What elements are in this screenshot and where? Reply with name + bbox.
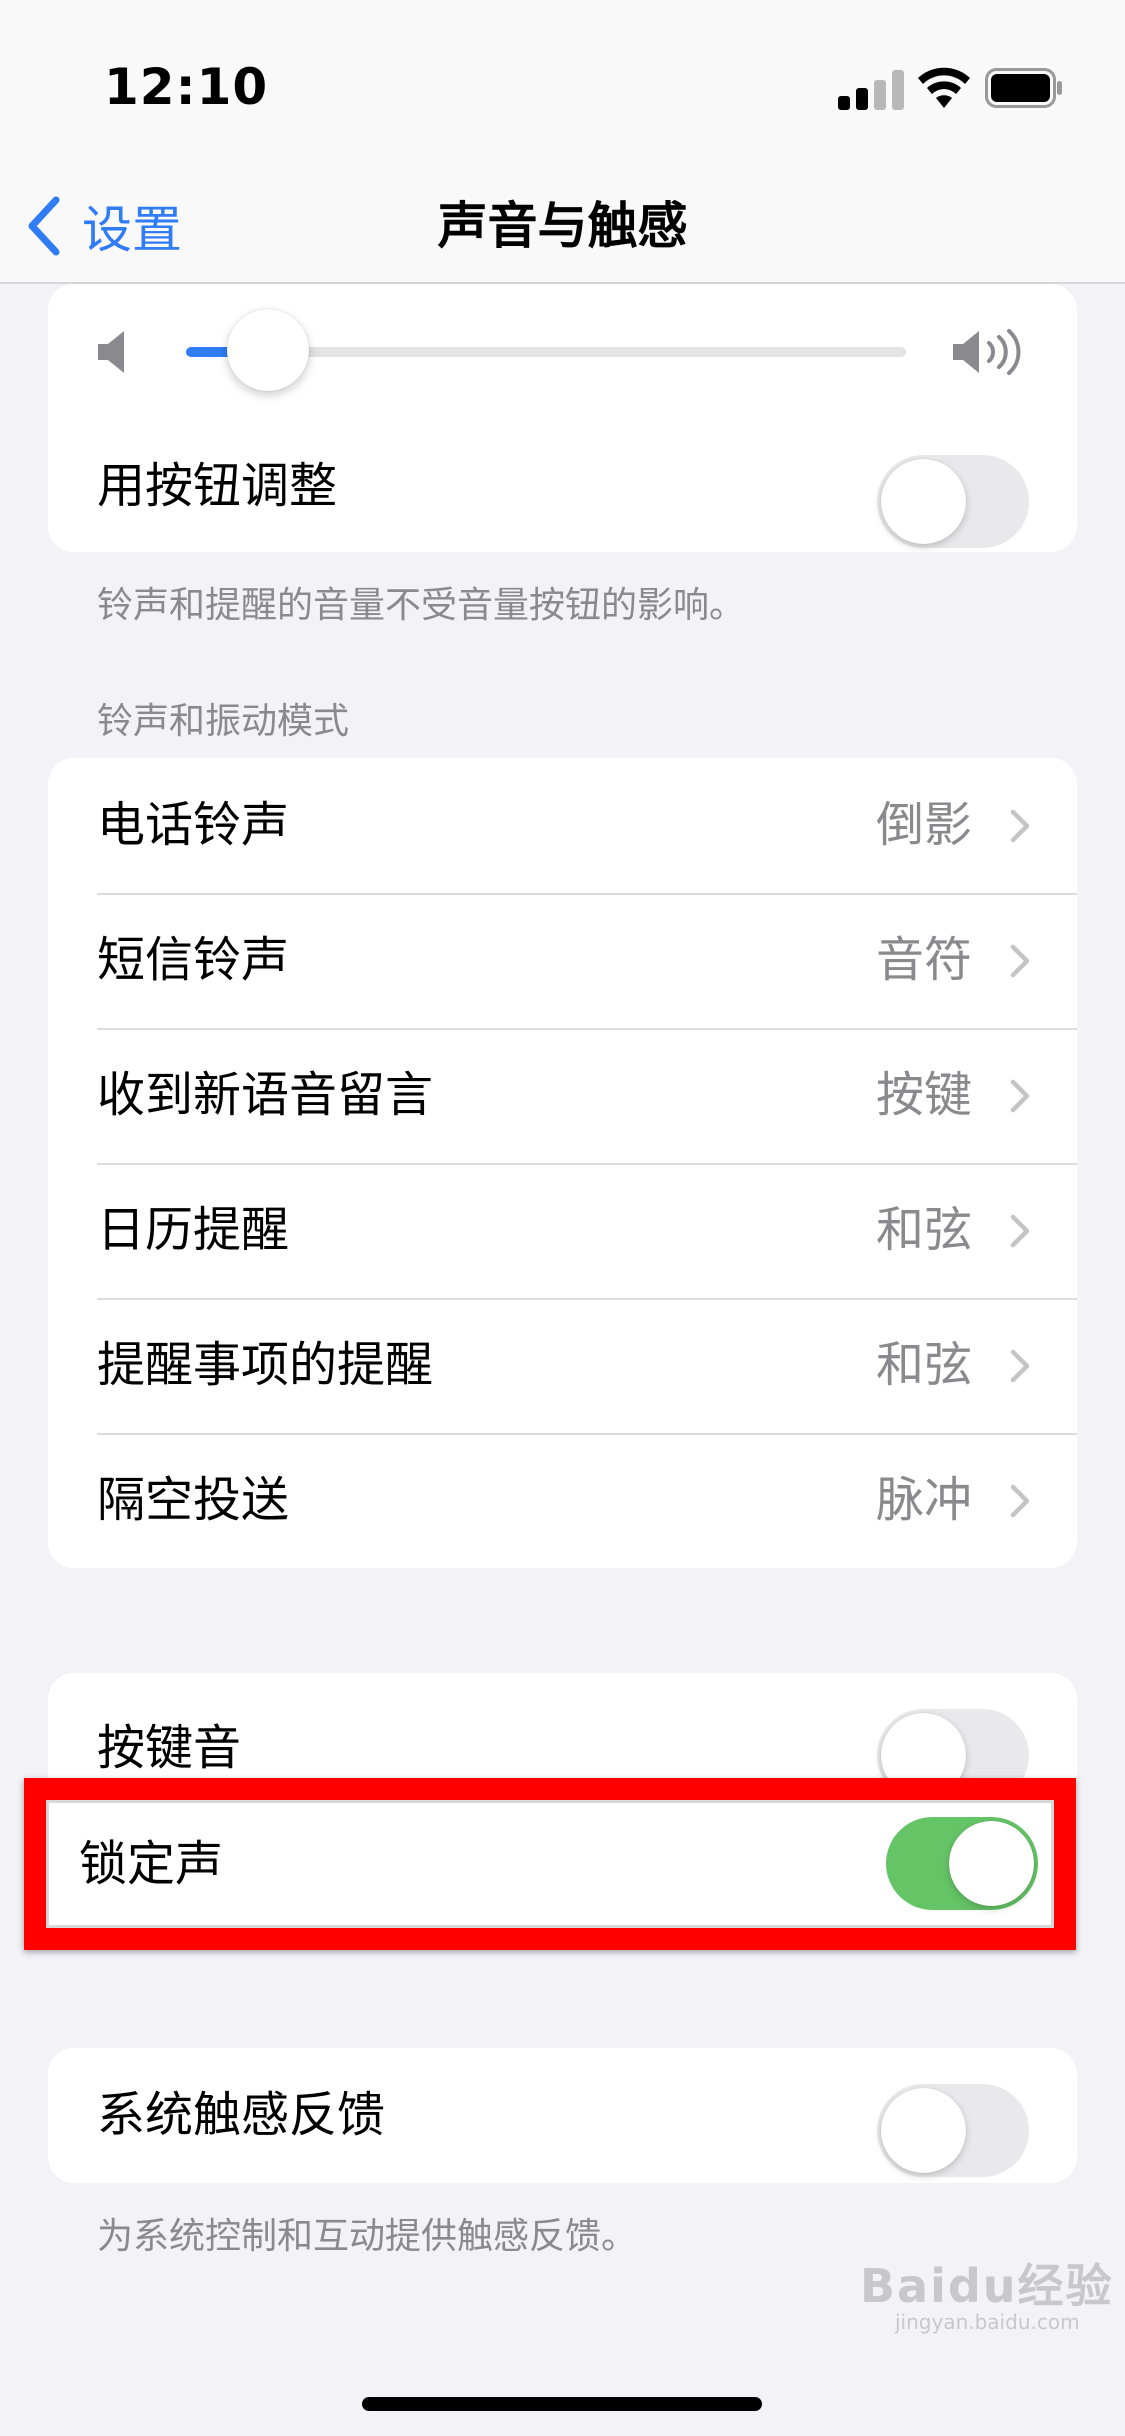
list-item-airdrop[interactable]: 隔空投送 脉冲 <box>48 1433 1077 1568</box>
wifi-icon <box>918 67 970 108</box>
list-item-reminder-alerts[interactable]: 提醒事项的提醒 和弦 <box>48 1298 1077 1433</box>
navigation-bar: 设置 声音与触感 <box>0 170 1125 284</box>
status-time: 12:10 <box>104 58 269 116</box>
system-haptics-row: 系统触感反馈 <box>48 2048 1077 2183</box>
list-item-label: 收到新语音留言 <box>97 1067 434 1123</box>
system-haptics-toggle[interactable] <box>877 2084 1029 2177</box>
list-item-label: 电话铃声 <box>97 797 290 853</box>
volume-slider-thumb[interactable] <box>227 309 310 391</box>
list-item-label: 短信铃声 <box>97 932 290 988</box>
list-item-label: 隔空投送 <box>97 1472 290 1528</box>
chevron-right-icon <box>1010 1079 1030 1113</box>
speaker-high-icon <box>953 329 1021 375</box>
haptics-group: 系统触感反馈 <box>48 2048 1077 2183</box>
list-item-value: 倒影 <box>875 797 972 853</box>
adjust-with-buttons-row: 用按钮调整 <box>48 419 1077 552</box>
lock-sound-row: 锁定声 <box>46 1800 1054 1928</box>
page-title: 声音与触感 <box>437 197 688 255</box>
chevron-right-icon <box>1010 1349 1030 1383</box>
haptics-note: 为系统控制和互动提供触感反馈。 <box>97 2216 638 2257</box>
cellular-signal-icon <box>838 70 904 110</box>
lock-sound-toggle[interactable] <box>886 1817 1038 1910</box>
speaker-low-icon <box>98 331 124 373</box>
baidu-watermark-logo: Baidu经验 <box>860 2259 1114 2313</box>
list-item-value: 和弦 <box>875 1202 972 1258</box>
toggle-knob <box>881 2088 966 2173</box>
toggle-knob <box>949 1821 1034 1906</box>
chevron-right-icon <box>1010 809 1030 843</box>
list-item-label: 日历提醒 <box>97 1202 290 1258</box>
battery-icon <box>985 68 1062 108</box>
volume-note: 铃声和提醒的音量不受音量按钮的影响。 <box>97 585 746 626</box>
list-item-sms-tone[interactable]: 短信铃声 音符 <box>48 893 1077 1028</box>
list-item-value: 音符 <box>875 932 972 988</box>
list-item-phone-ringtone[interactable]: 电话铃声 倒影 <box>48 758 1077 893</box>
chevron-right-icon <box>1010 1214 1030 1248</box>
home-indicator[interactable] <box>362 2397 762 2411</box>
system-haptics-label: 系统触感反馈 <box>97 2087 386 2143</box>
toggle-knob <box>881 459 966 544</box>
volume-group: 用按钮调整 <box>48 284 1077 552</box>
baidu-watermark-url: jingyan.baidu.com <box>895 2310 1080 2334</box>
ringtone-section-header: 铃声和振动模式 <box>97 701 350 742</box>
volume-slider[interactable] <box>186 309 906 391</box>
list-item-value: 脉冲 <box>875 1472 972 1528</box>
volume-slider-row <box>48 284 1077 419</box>
lock-sound-highlight: 锁定声 <box>24 1778 1076 1950</box>
chevron-right-icon <box>1010 944 1030 978</box>
status-bar: 12:10 <box>0 0 1125 170</box>
list-item-value: 和弦 <box>875 1337 972 1393</box>
adjust-with-buttons-label: 用按钮调整 <box>97 458 338 514</box>
chevron-right-icon <box>1010 1484 1030 1518</box>
list-item-new-voicemail[interactable]: 收到新语音留言 按键 <box>48 1028 1077 1163</box>
ringtone-group: 电话铃声 倒影 短信铃声 音符 收到新语音留言 按键 日历提醒 和弦 提醒事项的… <box>48 758 1077 1568</box>
adjust-with-buttons-toggle[interactable] <box>877 455 1029 548</box>
list-item-label: 提醒事项的提醒 <box>97 1337 434 1393</box>
lock-sound-label: 锁定声 <box>79 1836 224 1892</box>
list-item-value: 按键 <box>875 1067 972 1123</box>
list-item-calendar-alerts[interactable]: 日历提醒 和弦 <box>48 1163 1077 1298</box>
